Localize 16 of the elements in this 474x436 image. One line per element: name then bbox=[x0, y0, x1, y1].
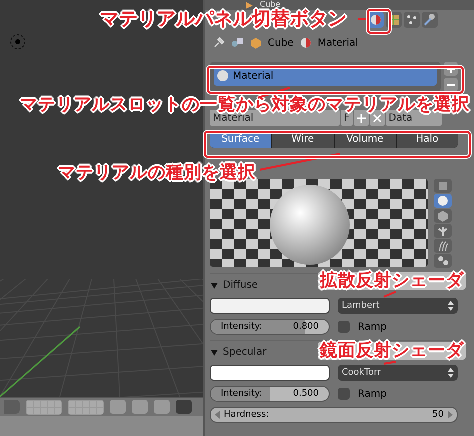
breadcrumb-item[interactable]: Cube bbox=[268, 38, 294, 48]
annotation-label: マテリアルの種別を選択 bbox=[58, 164, 256, 182]
intensity-slider[interactable]: Intensity: 0.500 bbox=[210, 386, 330, 402]
shader-dropdown[interactable]: Lambert bbox=[338, 298, 458, 314]
ramp-label: Ramp bbox=[358, 322, 387, 332]
section-title[interactable]: Specular bbox=[223, 346, 267, 358]
hardness-field[interactable]: Hardness: 50 bbox=[210, 407, 458, 423]
annotation-label: 拡散反射シェーダ bbox=[318, 272, 466, 290]
annotation-label: マテリアルパネル切替ボタン bbox=[100, 10, 347, 30]
ramp-label: Ramp bbox=[358, 388, 387, 400]
breadcrumb-item[interactable]: Material bbox=[318, 38, 358, 48]
intensity-slider[interactable]: Intensity: 0.800 bbox=[210, 319, 330, 335]
header-title: Cube bbox=[260, 1, 281, 9]
shader-dropdown[interactable]: CookTorr bbox=[338, 365, 458, 381]
section-title[interactable]: Diffuse bbox=[223, 280, 258, 290]
annotation-label: 鏡面反射シェーダ bbox=[318, 342, 466, 360]
